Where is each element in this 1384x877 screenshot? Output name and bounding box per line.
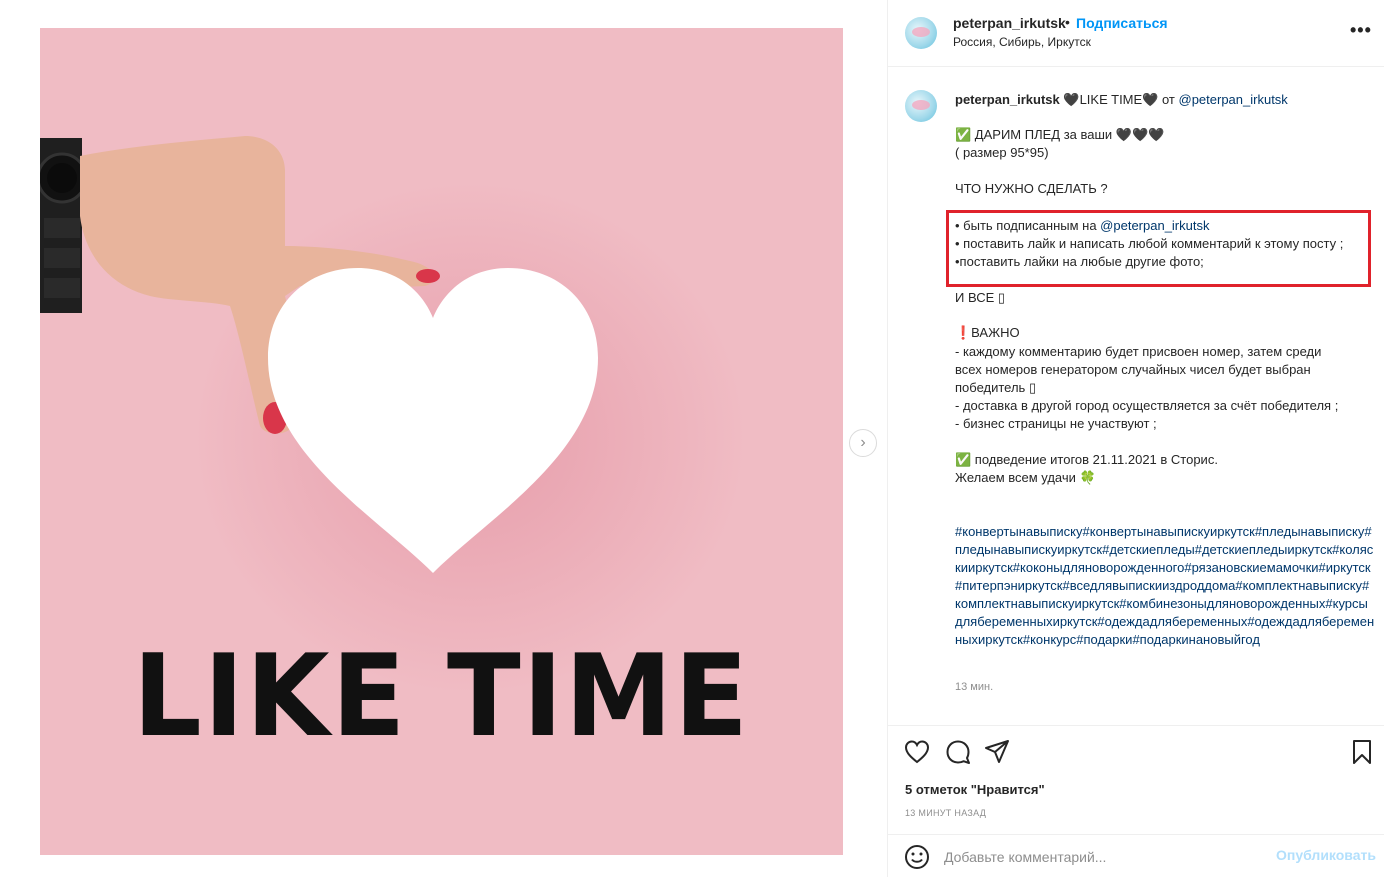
caption-line: - бизнес страницы не участвуют ;: [955, 416, 1157, 431]
caption-title-text: 🖤LIKE TIME🖤 от: [1059, 92, 1179, 107]
caption-line: победитель ▯: [955, 380, 1037, 395]
avatar[interactable]: [905, 17, 937, 49]
follow-button[interactable]: Подписаться: [1076, 15, 1168, 31]
paper-plane-icon: [985, 740, 1009, 763]
post-header: peterpan_irkutsk • Подписаться Россия, С…: [888, 0, 1384, 67]
publish-button[interactable]: Опубликовать: [1276, 847, 1376, 863]
action-bar: 5 отметок "Нравится" 13 МИНУТ НАЗАД Опуб…: [888, 725, 1384, 877]
caption-line: - каждому комментарию будет присвоен ном…: [955, 344, 1322, 359]
header-username[interactable]: peterpan_irkutsk: [953, 15, 1066, 31]
caption-line: ✅ подведение итогов 21.11.2021 в Сторис.: [955, 452, 1218, 467]
header-separator: •: [1065, 14, 1070, 30]
smiley-icon: [905, 845, 929, 869]
caption-mention[interactable]: @peterpan_irkutsk: [1179, 92, 1288, 107]
hashtags[interactable]: #конвертынавыписку#конвертынавыпискуирку…: [955, 523, 1375, 649]
post-timestamp: 13 МИНУТ НАЗАД: [905, 808, 987, 818]
more-options-icon[interactable]: •••: [1350, 20, 1372, 41]
caption-line: И ВСЕ ▯: [955, 290, 1006, 305]
comment-bar: Опубликовать: [888, 834, 1384, 877]
comment-icon: [946, 740, 970, 764]
comment-button[interactable]: [944, 738, 972, 766]
caption-line: ✅ ДАРИМ ПЛЕД за ваши 🖤🖤🖤: [955, 127, 1165, 142]
comment-input[interactable]: [944, 845, 1264, 869]
heart-icon: [904, 740, 930, 764]
caption-time: 13 мин.: [955, 681, 994, 693]
heart-shape: [268, 268, 598, 573]
caption-line: ❗ВАЖНО: [955, 325, 1020, 340]
post-photo[interactable]: LIKE TIME: [40, 28, 843, 855]
likes-count[interactable]: 5 отметок "Нравится": [905, 782, 1045, 797]
bookmark-icon: [1353, 740, 1371, 764]
caption-line: ( размер 95*95): [955, 145, 1049, 160]
caption-area: peterpan_irkutsk 🖤LIKE TIME🖤 от @peterpa…: [888, 68, 1384, 725]
caption-avatar[interactable]: [905, 90, 937, 122]
caption-line: всех номеров генератором случайных чисел…: [955, 362, 1311, 377]
caption-line: Желаем всем удачи 🍀: [955, 470, 1096, 485]
caption-line: - доставка в другой город осуществляется…: [955, 398, 1339, 413]
media-area: LIKE TIME ›: [0, 0, 887, 877]
emoji-button[interactable]: [903, 843, 931, 871]
post-panel: peterpan_irkutsk • Подписаться Россия, С…: [887, 0, 1384, 877]
caption-title: peterpan_irkutsk 🖤LIKE TIME🖤 от @peterpa…: [955, 91, 1288, 109]
save-button[interactable]: [1348, 738, 1376, 766]
highlight-box: [946, 210, 1371, 287]
image-text: LIKE TIME: [132, 630, 751, 763]
chevron-right-icon: ›: [860, 434, 866, 451]
like-button[interactable]: [903, 738, 931, 766]
location-link[interactable]: Россия, Сибирь, Иркутск: [953, 35, 1091, 49]
caption-username[interactable]: peterpan_irkutsk: [955, 92, 1060, 107]
caption-line: ЧТО НУЖНО СДЕЛАТЬ ?: [955, 181, 1108, 196]
share-button[interactable]: [983, 738, 1011, 766]
next-image-button[interactable]: ›: [849, 429, 877, 457]
